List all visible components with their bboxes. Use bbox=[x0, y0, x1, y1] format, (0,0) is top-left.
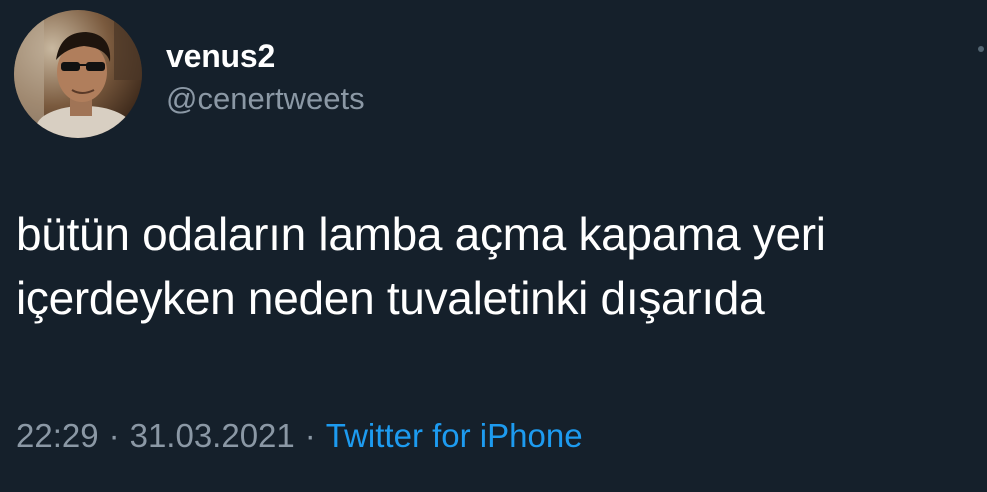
author-avatar[interactable] bbox=[14, 10, 142, 138]
tweet-source-link[interactable]: Twitter for iPhone bbox=[326, 417, 583, 454]
more-options-icon[interactable] bbox=[978, 46, 984, 52]
author-display-name[interactable]: venus2 bbox=[166, 36, 275, 76]
tweet-time[interactable]: 22:29 bbox=[16, 417, 99, 454]
profile-photo-icon bbox=[14, 10, 142, 138]
tweet-metadata: 22:29 · 31.03.2021 · Twitter for iPhone bbox=[16, 414, 583, 458]
tweet-text: bütün odaların lamba açma kapama yeri iç… bbox=[16, 202, 976, 330]
tweet-text-line: bütün odaların lamba açma kapama yeri bbox=[16, 208, 826, 260]
meta-separator: · bbox=[304, 417, 316, 454]
tweet-date[interactable]: 31.03.2021 bbox=[130, 417, 295, 454]
author-handle[interactable]: @cenertweets bbox=[166, 80, 365, 118]
tweet-text-line: içerdeyken neden tuvaletinki dışarıda bbox=[16, 272, 765, 324]
tweet-card: venus2 @cenertweets bütün odaların lamba… bbox=[0, 0, 987, 492]
meta-separator: · bbox=[108, 417, 120, 454]
